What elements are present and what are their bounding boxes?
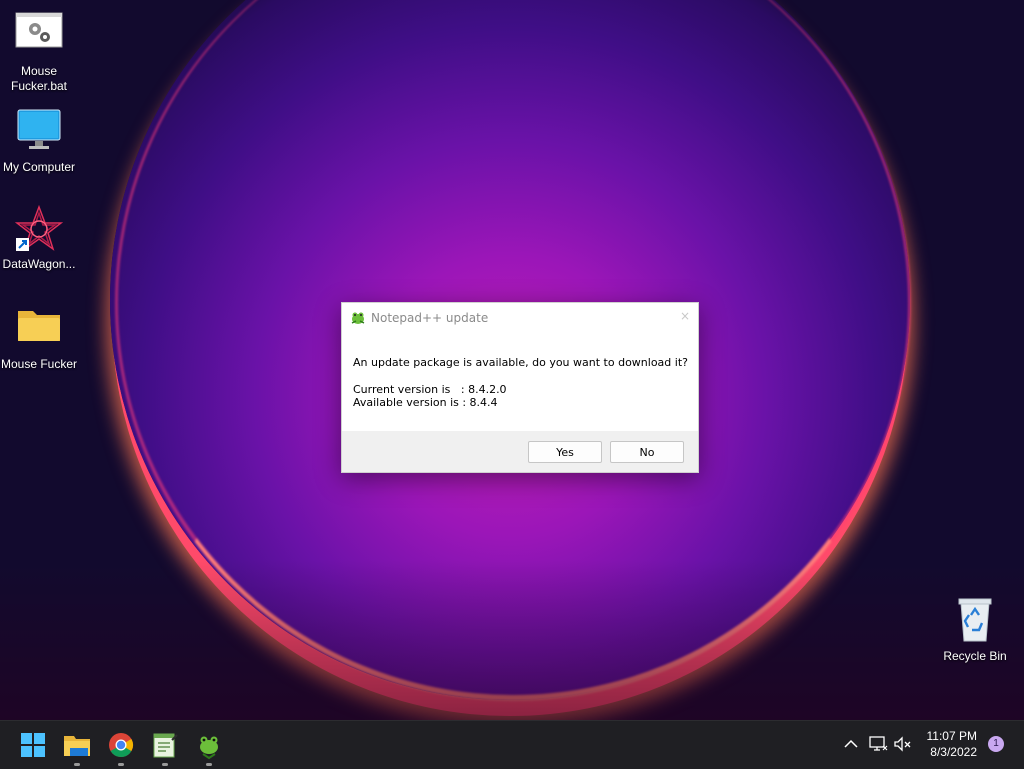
notepad-plus-plus-update-dialog: Notepad++ update × An update package is … [341,302,699,473]
close-icon[interactable]: × [680,309,690,323]
wallpaper-shade [0,560,1024,720]
dialog-title: Notepad++ update [371,311,489,325]
file-explorer-icon [64,736,90,756]
desktop-icon-label: Mouse Fucker.bat [10,64,68,93]
desktop-icon-label: DataWagon... [2,257,76,271]
start-button[interactable] [18,730,48,760]
taskbar-file-explorer[interactable] [62,730,92,766]
no-button[interactable]: No [610,441,684,463]
desktop-icon-label: Recycle Bin [943,649,1007,663]
dialog-message: An update package is available, do you w… [353,356,688,369]
desktop-icon-mouse-fucker-folder[interactable]: Mouse Fucker [0,305,78,372]
start-icon [21,733,45,757]
taskbar-notepad-plus-plus[interactable] [194,730,224,766]
taskbar-chrome[interactable] [106,730,136,766]
desktop-icon-datawagon[interactable]: DataWagon... [0,204,78,272]
desktop-icon-recycle-bin[interactable]: Recycle Bin [936,597,1014,664]
batch-file-gears-icon [15,12,63,60]
desktop-icon-mouse-fucker-bat[interactable]: Mouse Fucker.bat [0,12,78,94]
yes-button[interactable]: Yes [528,441,602,463]
desktop: Mouse Fucker.bat My Computer DataWagon..… [0,0,1024,720]
desktop-icon-label: My Computer [2,160,76,174]
datawagon-shortcut-icon [14,204,64,253]
desktop-icon-my-computer[interactable]: My Computer [0,108,78,175]
notepad-plus-plus-icon [200,736,218,760]
taskbar-notepad[interactable] [150,730,180,766]
clock-time[interactable]: 11:07 PM [927,729,977,743]
volume-muted-icon[interactable] [892,734,912,754]
desktop-icon-label: Mouse Fucker [0,357,78,371]
notification-badge[interactable]: 1 [988,736,1004,752]
chrome-icon [109,733,134,758]
available-version-text: Available version is : 8.4.4 [353,396,498,409]
running-indicator [206,763,212,766]
running-indicator [162,763,168,766]
notepad-plus-plus-icon [349,309,366,326]
notepad-icon [153,733,178,758]
folder-icon [15,305,63,353]
show-hidden-icons-chevron-icon[interactable] [842,735,860,753]
running-indicator [74,763,80,766]
monitor-icon [15,108,63,156]
running-indicator [118,763,124,766]
current-version-text: Current version is : 8.4.2.0 [353,383,507,396]
taskbar: 11:07 PM 8/3/2022 [0,720,1024,769]
clock-date[interactable]: 8/3/2022 [930,745,977,759]
recycle-bin-icon [951,597,999,645]
network-icon[interactable] [868,734,888,754]
